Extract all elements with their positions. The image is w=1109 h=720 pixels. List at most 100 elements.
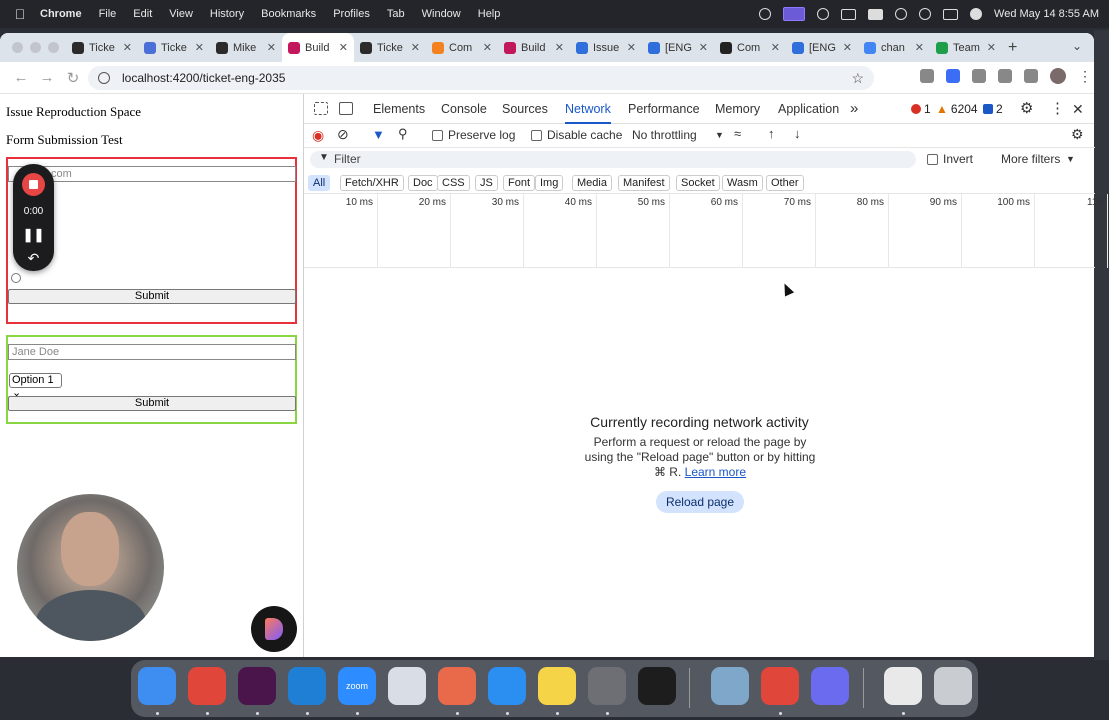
browser-tab[interactable]: Issue ✕ [570, 33, 642, 62]
inspect-element-icon[interactable] [314, 102, 328, 115]
browser-tab[interactable]: Ticke ✕ [66, 33, 138, 62]
clear-log-icon[interactable]: ⊘ [337, 126, 349, 143]
devtools-code-icon[interactable] [998, 69, 1012, 83]
reload-icon[interactable]: ↻ [60, 69, 86, 87]
webcam-bubble[interactable] [17, 494, 164, 641]
type-filter-other[interactable]: Other [766, 175, 804, 191]
reading-list-icon[interactable] [1024, 69, 1038, 83]
browser-tab[interactable]: Mike ✕ [210, 33, 282, 62]
import-har-upload-icon[interactable]: ↑ [768, 126, 775, 141]
menu-view[interactable]: View [169, 8, 193, 20]
tab-close-icon[interactable]: ✕ [627, 41, 636, 54]
dock-notes-icon[interactable] [538, 667, 576, 705]
dock-perplexity-icon[interactable] [811, 667, 849, 705]
close-window-button[interactable] [12, 42, 23, 53]
address-bar[interactable]: localhost:4200/ticket-eng-2035 ☆ [88, 66, 874, 90]
browser-tab[interactable]: Ticke ✕ [354, 33, 426, 62]
browser-tab[interactable]: Ticke ✕ [138, 33, 210, 62]
tab-close-icon[interactable]: ✕ [987, 41, 996, 54]
type-filter-media[interactable]: Media [572, 175, 612, 191]
dock-settings-icon[interactable] [588, 667, 626, 705]
dock-chrome-2-icon[interactable] [761, 667, 799, 705]
submit-button-2[interactable]: Submit [8, 396, 296, 411]
throttling-dropdown-icon[interactable]: ▼ [715, 130, 724, 140]
name-input[interactable]: Jane Doe [8, 344, 296, 360]
puzzle-extensions-icon[interactable] [972, 69, 986, 83]
submit-button[interactable]: Submit [8, 289, 296, 304]
tab-memory[interactable]: Memory [715, 94, 760, 124]
minimize-window-button[interactable] [30, 42, 41, 53]
type-filter-font[interactable]: Font [503, 175, 536, 191]
warning-count-badge[interactable]: ▲ 6204 [936, 102, 978, 116]
browser-tab[interactable]: Build ✕ [498, 33, 570, 62]
tab-close-icon[interactable]: ✕ [915, 41, 924, 54]
disable-cache-checkbox[interactable] [531, 130, 542, 141]
throttling-select[interactable]: No throttling [632, 128, 697, 142]
tab-network[interactable]: Network [565, 94, 611, 124]
menu-chrome[interactable]: Chrome [40, 8, 82, 20]
message-count-badge[interactable]: 2 [983, 102, 1003, 116]
status-item-icon[interactable] [759, 8, 772, 20]
tab-elements[interactable]: Elements [373, 94, 425, 124]
type-filter-fetchxhr[interactable]: Fetch/XHR [340, 175, 404, 191]
search-icon[interactable]: ⚲ [398, 126, 408, 142]
preserve-log-checkbox[interactable] [432, 130, 443, 141]
extension-icon[interactable] [920, 69, 934, 83]
dock-slack-icon[interactable] [238, 667, 276, 705]
menu-profiles[interactable]: Profiles [333, 8, 370, 20]
browser-tab[interactable]: chan ✕ [858, 33, 930, 62]
apple-menu-icon[interactable]:  [0, 6, 40, 22]
extension-blue-icon[interactable] [946, 69, 960, 83]
profile-avatar[interactable] [1050, 68, 1066, 84]
site-info-icon[interactable] [98, 72, 110, 84]
spotlight-search-icon[interactable] [919, 8, 932, 20]
dock-vscode-icon[interactable] [288, 667, 326, 705]
more-filters-chevron-icon[interactable]: ▼ [1066, 154, 1075, 164]
menu-help[interactable]: Help [478, 8, 501, 20]
type-filter-img[interactable]: Img [535, 175, 564, 191]
battery-icon[interactable] [868, 8, 884, 20]
tab-close-icon[interactable]: ✕ [267, 41, 276, 54]
stop-recording-button[interactable] [22, 173, 45, 196]
pause-icon[interactable]: ❚❚ [13, 227, 54, 243]
dock-zoom-icon[interactable]: zoom [338, 667, 376, 705]
settings-gear-icon[interactable]: ⚙ [1020, 94, 1033, 124]
dock-documents-icon[interactable] [884, 667, 922, 705]
menu-edit[interactable]: Edit [133, 8, 152, 20]
dock-preview-icon[interactable] [711, 667, 749, 705]
chrome-menu-kebab-icon[interactable]: ⋮ [1078, 69, 1092, 83]
tab-close-icon[interactable]: ✕ [483, 41, 492, 54]
browser-tab[interactable]: [ENG ✕ [786, 33, 858, 62]
siri-icon[interactable] [970, 8, 983, 20]
filter-input[interactable]: Filter [310, 151, 916, 168]
type-filter-doc[interactable]: Doc [408, 175, 438, 191]
radio-option[interactable] [11, 273, 21, 283]
wifi-icon[interactable] [895, 8, 908, 20]
dock-launchpad-icon[interactable] [438, 667, 476, 705]
address-url[interactable]: localhost:4200/ticket-eng-2035 [122, 71, 851, 85]
export-har-download-icon[interactable]: ↓ [794, 126, 801, 141]
dock-password-icon[interactable] [388, 667, 426, 705]
keyboard-icon[interactable] [841, 8, 857, 20]
network-settings-gear-icon[interactable]: ⚙ [1071, 126, 1084, 143]
tab-close-icon[interactable]: ✕ [699, 41, 708, 54]
type-filter-css[interactable]: CSS [437, 175, 470, 191]
undo-icon[interactable]: ↶ [13, 250, 54, 267]
record-network-icon[interactable]: ◉ [312, 127, 324, 144]
tab-close-icon[interactable]: ✕ [771, 41, 780, 54]
type-filter-all[interactable]: All [308, 175, 331, 191]
tab-application[interactable]: Application [778, 94, 839, 124]
back-arrow-icon[interactable]: ← [8, 69, 34, 86]
menubar-clock[interactable]: Wed May 14 8:55 AM [994, 8, 1099, 20]
dock-trash-icon[interactable] [934, 667, 972, 705]
menu-bookmarks[interactable]: Bookmarks [261, 8, 316, 20]
forward-arrow-icon[interactable]: → [34, 69, 60, 86]
dock-chrome-icon[interactable] [188, 667, 226, 705]
type-filter-manifest[interactable]: Manifest [618, 175, 670, 191]
network-conditions-wifi-icon[interactable]: ≈ [734, 126, 741, 141]
extension-status-icon[interactable] [817, 8, 830, 20]
tab-search-chevron-icon[interactable]: ⌄ [1072, 39, 1082, 53]
menu-window[interactable]: Window [422, 8, 461, 20]
browser-tab[interactable]: Com ✕ [714, 33, 786, 62]
browser-tab[interactable]: [ENG ✕ [642, 33, 714, 62]
